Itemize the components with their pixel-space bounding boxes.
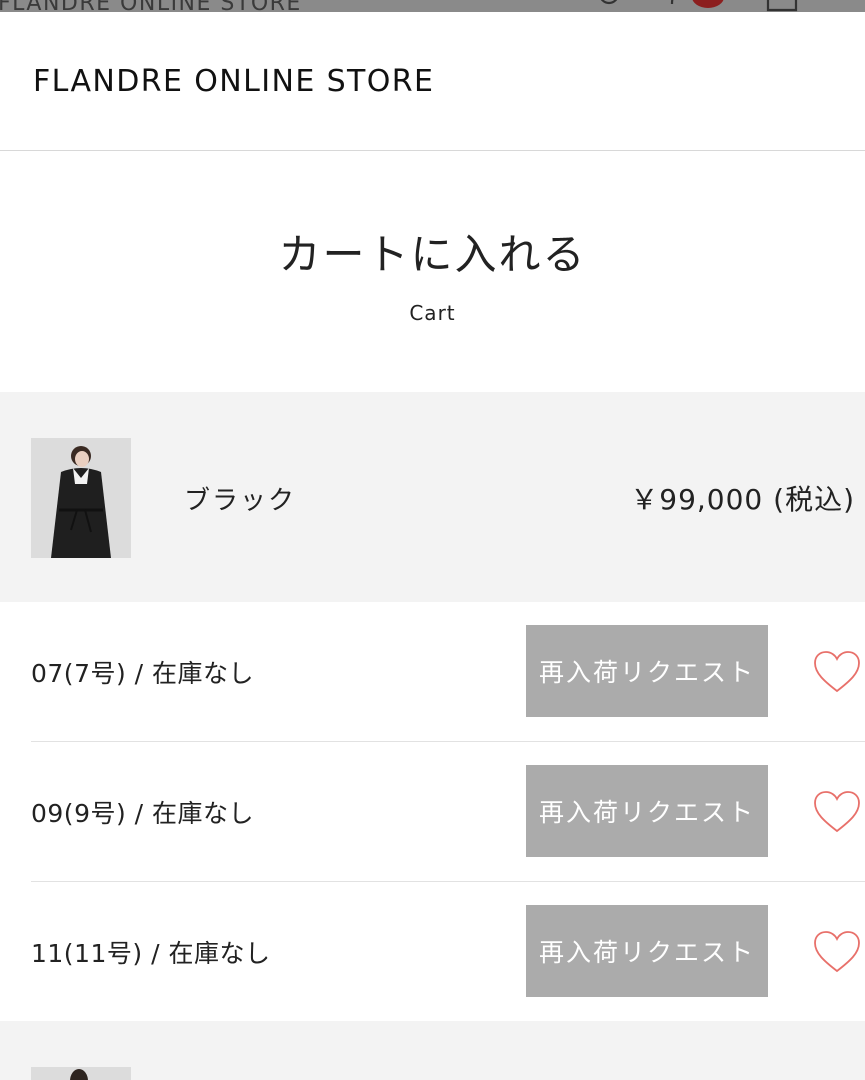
heart-icon[interactable] — [812, 929, 862, 975]
heart-icon[interactable] — [812, 789, 862, 835]
size-row: 09(9号) / 在庫なし 再入荷リクエスト — [0, 742, 865, 882]
cart-title: カートに入れる — [278, 230, 587, 279]
product-color: ブラック — [184, 486, 297, 516]
next-product-thumbnail — [31, 1067, 131, 1080]
heart-icon[interactable] — [812, 649, 862, 695]
cart-icon — [766, 0, 798, 12]
restock-request-button[interactable]: 再入荷リクエスト — [526, 905, 768, 997]
size-label: 11(11号) / 在庫なし — [31, 939, 271, 968]
restock-request-button[interactable]: 再入荷リクエスト — [526, 625, 768, 717]
restock-request-button[interactable]: 再入荷リクエスト — [526, 765, 768, 857]
cart-modal: FLANDRE ONLINE STORE カートに入れる Cart ブラック ￥… — [0, 12, 865, 1080]
menu-icon — [848, 0, 865, 12]
store-title[interactable]: FLANDRE ONLINE STORE — [33, 64, 434, 99]
background-page: FLANDRE ONLINE STORE — [0, 0, 865, 12]
size-row: 11(11号) / 在庫なし 再入荷リクエスト — [0, 882, 865, 1022]
product-price: ￥99,000 (税込) — [630, 483, 855, 516]
cart-subtitle: Cart — [409, 301, 456, 325]
product-thumbnail — [31, 438, 131, 558]
modal-header: FLANDRE ONLINE STORE — [0, 12, 865, 151]
size-list: 07(7号) / 在庫なし 再入荷リクエスト 09(9号) / 在庫なし 再入荷… — [0, 602, 865, 1022]
product-summary: ブラック ￥99,000 (税込) — [0, 392, 865, 602]
background-store-title: FLANDRE ONLINE STORE — [0, 0, 302, 12]
size-label: 07(7号) / 在庫なし — [31, 659, 255, 688]
size-row: 07(7号) / 在庫なし 再入荷リクエスト — [0, 602, 865, 742]
cart-heading: カートに入れる Cart — [0, 151, 865, 392]
user-icon — [600, 0, 618, 5]
size-label: 09(9号) / 在庫なし — [31, 799, 255, 828]
next-product-summary — [0, 1021, 865, 1080]
